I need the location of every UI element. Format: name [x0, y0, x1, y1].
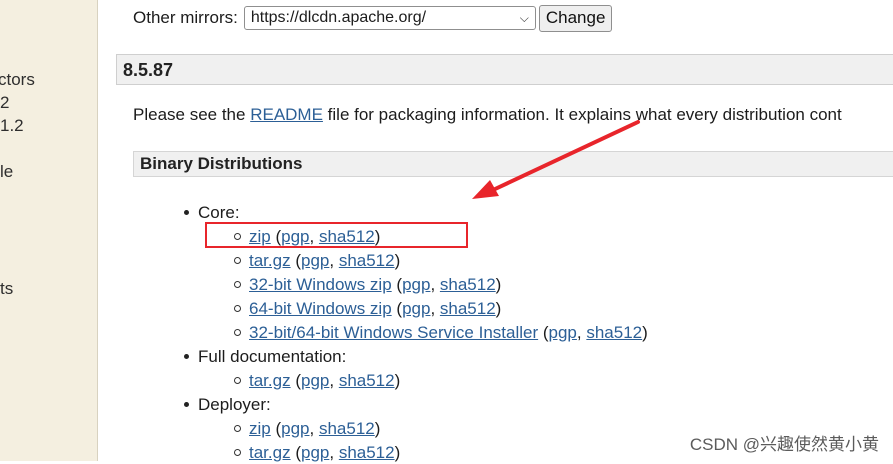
sha512-link[interactable]: sha512 [339, 443, 395, 462]
pgp-link[interactable]: pgp [549, 323, 577, 342]
circle-bullet-icon [234, 281, 241, 289]
sha512-link[interactable]: sha512 [339, 371, 395, 390]
paren-close: ) [374, 419, 381, 438]
bullet-icon [184, 354, 189, 360]
sha512-link[interactable]: sha512 [339, 251, 395, 270]
pgp-link[interactable]: pgp [402, 275, 430, 294]
paren-open: ( [391, 299, 403, 318]
download-link[interactable]: zip [249, 419, 271, 438]
sha512-link[interactable]: sha512 [319, 419, 375, 438]
paren-close: ) [394, 371, 401, 390]
download-item: zip (pgp, sha512) [234, 418, 380, 440]
separator: , [430, 275, 440, 294]
pgp-link[interactable]: pgp [402, 299, 430, 318]
paren-open: ( [270, 419, 282, 438]
sha512-link[interactable]: sha512 [440, 275, 496, 294]
paren-open: ( [290, 443, 301, 462]
circle-bullet-icon [234, 257, 241, 265]
paren-close: ) [495, 299, 502, 318]
pgp-link[interactable]: pgp [301, 251, 329, 270]
download-link[interactable]: tar.gz [249, 443, 291, 462]
bullet-icon [184, 210, 189, 216]
download-link[interactable]: tar.gz [249, 251, 291, 270]
separator: , [329, 251, 339, 270]
section-title: Full documentation: [198, 347, 347, 366]
watermark: CSDN @兴趣使然黄小黄 [689, 435, 879, 454]
paren-open: ( [538, 323, 549, 342]
section-title: Deployer: [198, 395, 271, 414]
sha512-link[interactable]: sha512 [440, 299, 496, 318]
paren-open: ( [290, 251, 301, 270]
separator: , [430, 299, 440, 318]
download-link[interactable]: 64-bit Windows zip [249, 299, 392, 318]
download-link[interactable]: 32-bit/64-bit Windows Service Installer [249, 323, 538, 342]
separator: , [309, 419, 319, 438]
download-item: 64-bit Windows zip (pgp, sha512) [234, 298, 501, 320]
download-item: tar.gz (pgp, sha512) [234, 250, 400, 272]
download-link[interactable]: tar.gz [249, 371, 291, 390]
paren-close: ) [495, 275, 502, 294]
paren-open: ( [391, 275, 403, 294]
section-item: Full documentation: [184, 346, 346, 368]
download-item: tar.gz (pgp, sha512) [234, 370, 400, 392]
section-title: Core: [198, 203, 240, 222]
paren-close: ) [394, 443, 401, 462]
paren-close: ) [394, 251, 401, 270]
paren-close: ) [642, 323, 648, 342]
paren-open: ( [290, 371, 301, 390]
separator: , [329, 443, 339, 462]
separator: , [329, 371, 339, 390]
section-item: Deployer: [184, 394, 271, 416]
download-item: 32-bit Windows zip (pgp, sha512) [234, 274, 501, 296]
pgp-link[interactable]: pgp [301, 371, 329, 390]
download-item: 32-bit/64-bit Windows Service Installer … [234, 322, 648, 344]
download-link[interactable]: 32-bit Windows zip [249, 275, 392, 294]
sha512-link[interactable]: sha512 [586, 323, 642, 342]
separator: , [576, 323, 587, 342]
pgp-link[interactable]: pgp [281, 419, 309, 438]
circle-bullet-icon [234, 449, 241, 457]
highlight-box [205, 222, 468, 248]
circle-bullet-icon [234, 305, 241, 313]
section-item: Core: [184, 202, 240, 224]
circle-bullet-icon [234, 377, 241, 385]
circle-bullet-icon [234, 425, 241, 433]
circle-bullet-icon [234, 329, 241, 337]
bullet-icon [184, 402, 189, 408]
pgp-link[interactable]: pgp [301, 443, 329, 462]
